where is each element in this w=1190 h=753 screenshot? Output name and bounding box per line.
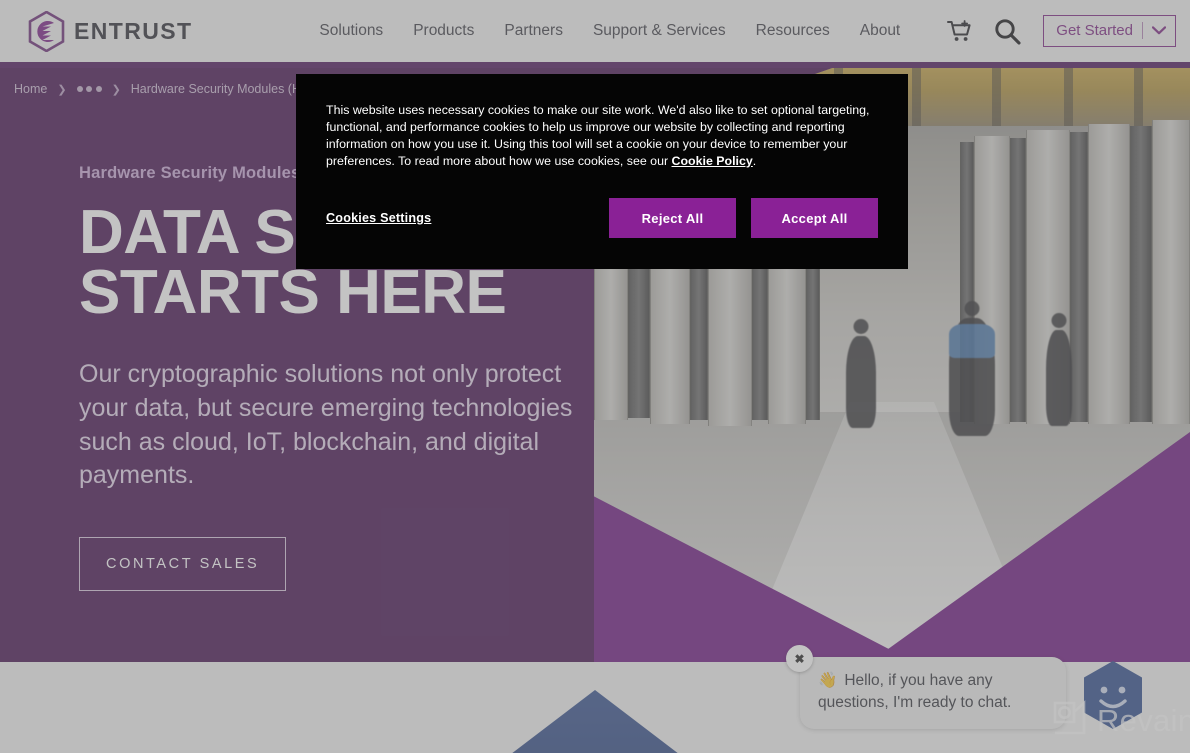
site-header: ENTRUST Solutions Products Partners Supp… [0, 0, 1190, 62]
wave-emoji-icon: 👋 [818, 672, 838, 689]
person-figure [1046, 313, 1072, 426]
breadcrumb-current: Hardware Security Modules (HS [130, 82, 310, 96]
cookie-banner-text: This website uses necessary cookies to m… [326, 102, 878, 170]
hero-paragraph: Our cryptographic solutions not only pro… [79, 360, 573, 490]
chevron-right-icon: ❯ [57, 83, 67, 96]
cookie-policy-link[interactable]: Cookie Policy [672, 154, 753, 168]
header-accent-bar [0, 62, 1190, 68]
nav-item-resources[interactable]: Resources [756, 22, 830, 40]
cookie-banner-actions: Cookies Settings Reject All Accept All [326, 198, 878, 238]
chat-message-bubble[interactable]: 👋 Hello, if you have any questions, I'm r… [800, 657, 1066, 729]
entrust-logo-text: ENTRUST [74, 17, 193, 44]
divider [1142, 22, 1143, 39]
revain-watermark: Revain [1052, 700, 1190, 741]
nav-item-support-services[interactable]: Support & Services [593, 22, 726, 40]
person-figure [949, 301, 995, 436]
contact-sales-button[interactable]: CONTACT SALES [79, 537, 287, 592]
person-figure [846, 319, 876, 428]
revain-watermark-text: Revain [1097, 702, 1190, 738]
chat-close-icon[interactable]: ✖ [786, 645, 813, 672]
cookie-body-text: This website uses necessary cookies to m… [326, 103, 870, 168]
chat-message-text: Hello, if you have any questions, I'm re… [818, 672, 1012, 712]
breadcrumb: Home ❯ ❯ Hardware Security Modules (HS [14, 82, 309, 96]
ellipsis-dots-icon[interactable] [76, 86, 102, 92]
header-actions: Get Started [947, 15, 1176, 47]
chevron-right-icon: ❯ [111, 83, 121, 96]
page-root: Home ❯ ❯ Hardware Security Modules (HS H… [0, 0, 1190, 753]
entrust-logo[interactable]: ENTRUST [28, 10, 193, 52]
search-icon[interactable] [994, 18, 1021, 45]
cookies-settings-link[interactable]: Cookies Settings [326, 211, 431, 225]
nav-item-products[interactable]: Products [413, 22, 474, 40]
breadcrumb-home[interactable]: Home [14, 82, 47, 96]
main-navigation: Solutions Products Partners Support & Se… [319, 22, 900, 40]
accept-all-button[interactable]: Accept All [751, 198, 878, 238]
nav-item-solutions[interactable]: Solutions [319, 22, 383, 40]
decorative-triangle [510, 690, 680, 753]
revain-camera-logo-icon [1052, 700, 1088, 741]
chevron-down-icon[interactable] [1151, 22, 1167, 39]
get-started-label: Get Started [1056, 22, 1133, 39]
get-started-button[interactable]: Get Started [1043, 15, 1176, 47]
cookie-consent-banner: This website uses necessary cookies to m… [296, 74, 908, 269]
reject-all-button[interactable]: Reject All [609, 198, 736, 238]
entrust-hexagon-logo-icon [28, 10, 65, 52]
cookie-body-end: . [752, 153, 757, 168]
headline-line-2: STARTS HERE [79, 257, 507, 327]
nav-item-partners[interactable]: Partners [504, 22, 563, 40]
nav-item-about[interactable]: About [860, 22, 901, 40]
shopping-cart-icon[interactable] [947, 20, 972, 42]
